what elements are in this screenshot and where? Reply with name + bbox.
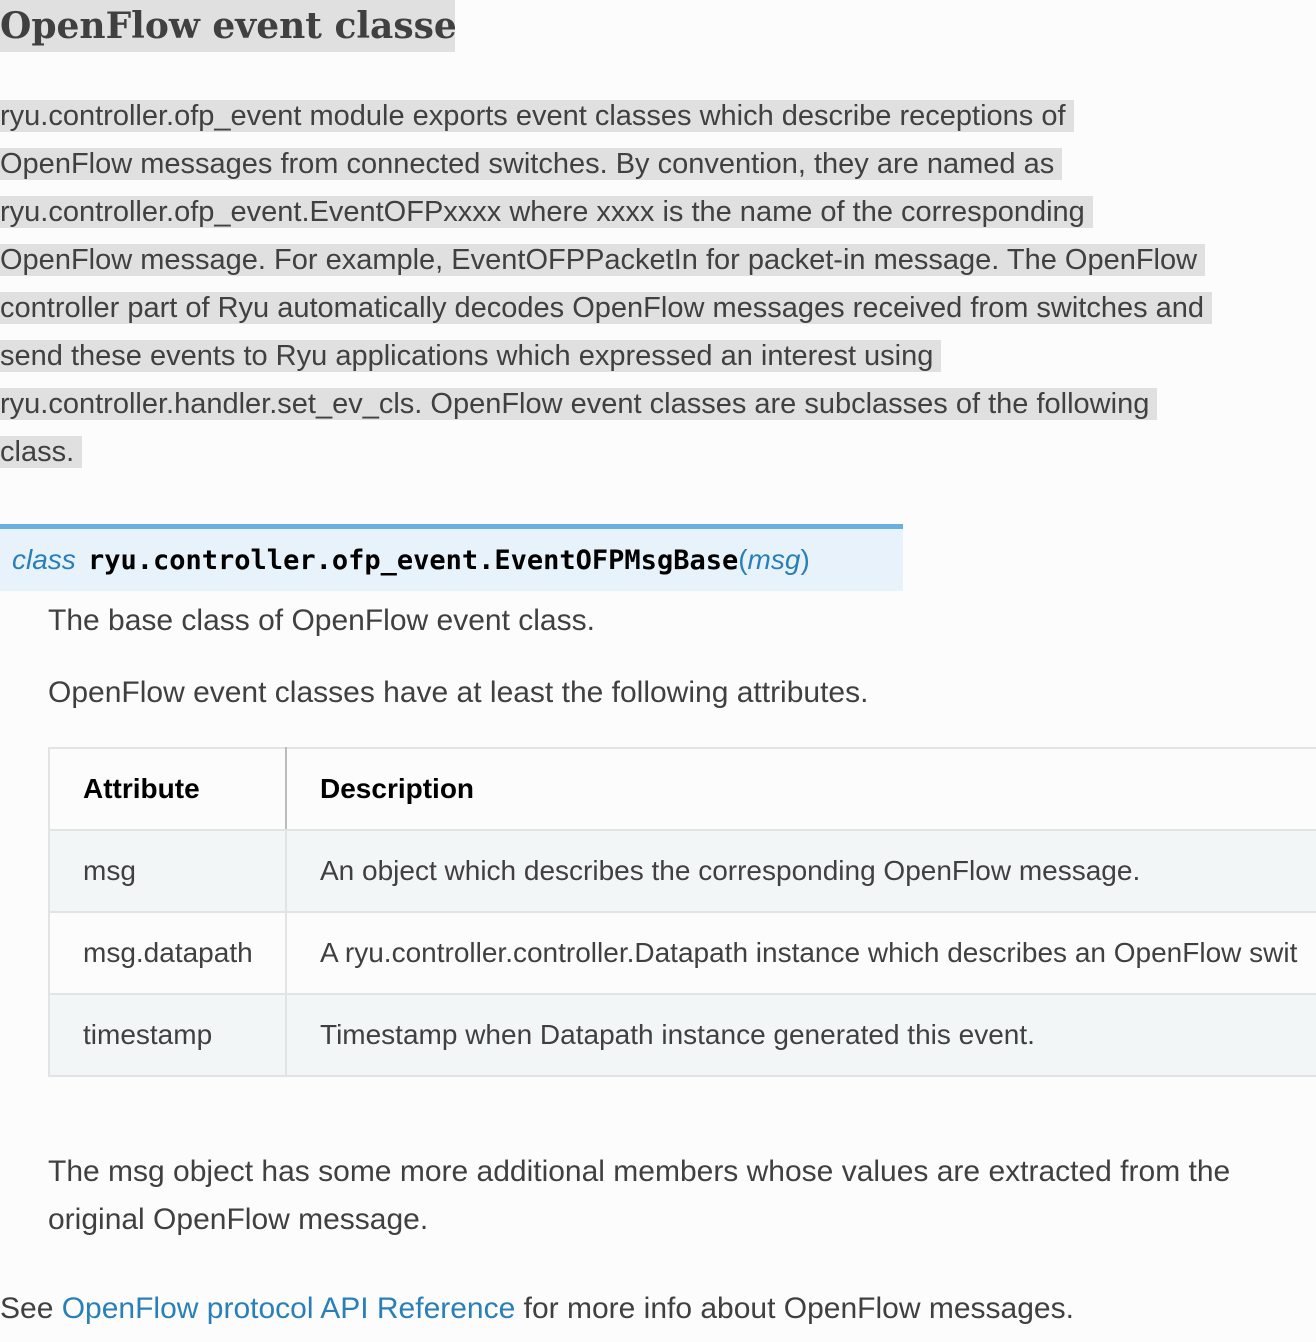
see-prefix: See	[0, 1292, 62, 1325]
header-description: Description	[285, 747, 1316, 831]
attributes-table: Attribute Description msg An object whic…	[48, 747, 1316, 1077]
intro-paragraph: ryu.controller.ofp_event module exports …	[0, 92, 1316, 476]
intro-line: ryu.controller.ofp_event module exports …	[0, 100, 1074, 132]
msg-members-note: The msg object has some more additional …	[48, 1155, 1231, 1236]
open-paren: (	[738, 544, 748, 575]
attribute-cell: timestamp	[48, 993, 287, 1077]
class-params: (msg)	[738, 544, 810, 575]
class-qualified-name: ryu.controller.ofp_event.EventOFPMsgBase	[88, 545, 739, 576]
see-suffix: for more info about OpenFlow messages.	[515, 1292, 1074, 1325]
param-msg: msg	[747, 544, 801, 575]
see-also: See OpenFlow protocol API Reference for …	[0, 1292, 1074, 1326]
intro-line: OpenFlow message. For example, EventOFPP…	[0, 244, 1206, 276]
description-cell: A ryu.controller.controller.Datapath ins…	[285, 911, 1316, 995]
table-header-row: Attribute Description	[48, 747, 1316, 831]
attribute-cell: msg	[48, 829, 287, 913]
intro-line: controller part of Ryu automatically dec…	[0, 292, 1213, 324]
intro-line: OpenFlow messages from connected switche…	[0, 148, 1063, 180]
intro-line: ryu.controller.handler.set_ev_cls. OpenF…	[0, 388, 1158, 420]
class-name: ryu.controller.ofp_event.EventOFPMsgBase…	[88, 544, 810, 576]
intro-line: ryu.controller.ofp_event.EventOFPxxxx wh…	[0, 196, 1093, 228]
close-paren: )	[800, 544, 810, 575]
attribute-cell: msg.datapath	[48, 911, 287, 995]
section-heading: OpenFlow event classes	[0, 0, 455, 52]
attributes-intro: OpenFlow event classes have at least the…	[48, 676, 869, 709]
table-row: timestamp Timestamp when Datapath instan…	[48, 993, 1316, 1077]
class-keyword: class	[12, 544, 76, 575]
header-attribute: Attribute	[48, 747, 287, 831]
class-description: The base class of OpenFlow event class.	[48, 604, 595, 637]
intro-line: send these events to Ryu applications wh…	[0, 340, 942, 372]
class-signature: class ryu.controller.ofp_event.EventOFPM…	[0, 524, 903, 591]
table-row: msg An object which describes the corres…	[48, 829, 1316, 913]
api-reference-link[interactable]: OpenFlow protocol API Reference	[62, 1292, 516, 1325]
description-cell: Timestamp when Datapath instance generat…	[285, 993, 1316, 1077]
table-row: msg.datapath A ryu.controller.controller…	[48, 911, 1316, 995]
intro-line: class.	[0, 436, 83, 468]
description-cell: An object which describes the correspond…	[285, 829, 1316, 913]
